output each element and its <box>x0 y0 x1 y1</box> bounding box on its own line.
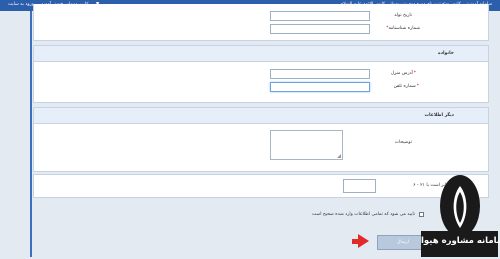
notes-label: توضیحات <box>394 140 412 145</box>
personal-panel: تاریخ تولد *شماره شناسنامه <box>33 4 489 41</box>
birth-date-input[interactable] <box>270 11 370 21</box>
family-section-header: خانواده <box>33 45 489 62</box>
resize-grip-icon[interactable] <box>337 154 341 158</box>
left-strip <box>30 11 32 257</box>
confirm-label: تایید می شود که تمامی اطلاعات وارد شده ص… <box>312 212 415 217</box>
extra-section-title: دیگر اطلاعات <box>424 113 454 118</box>
home-address-input[interactable] <box>270 69 370 79</box>
phone-input[interactable] <box>270 82 370 92</box>
id-number-label: *شماره شناسنامه <box>386 26 420 31</box>
family-panel: آدرس منزل* شماره تلفن* <box>33 62 489 103</box>
extra-panel: توضیحات <box>33 124 489 172</box>
extra-section-header: دیگر اطلاعات <box>33 107 489 124</box>
phone-label: شماره تلفن* <box>393 84 419 89</box>
arrow-right-icon <box>358 234 369 248</box>
notes-textarea[interactable] <box>270 130 343 160</box>
id-number-input[interactable] <box>270 24 370 34</box>
captcha-answer-input[interactable] <box>343 179 376 193</box>
home-address-label: آدرس منزل* <box>390 71 416 76</box>
family-section-title: خانواده <box>438 51 454 56</box>
hiva-logo: سامانه مشاوره هیوا <box>421 170 500 257</box>
birth-date-label: تاریخ تولد <box>394 13 412 18</box>
login-label: ورود به سایت <box>8 2 34 7</box>
logo-text: سامانه مشاوره هیوا <box>421 236 500 246</box>
